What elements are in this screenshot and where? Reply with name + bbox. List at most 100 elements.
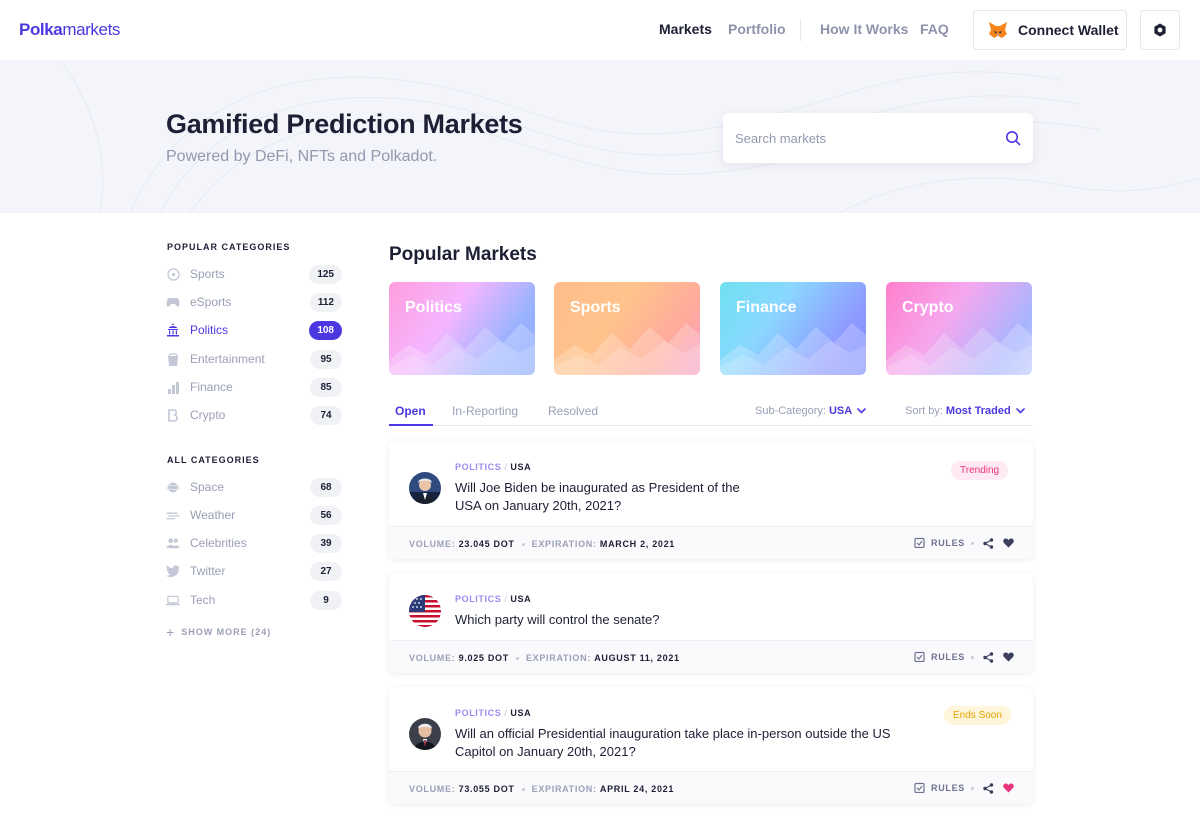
polkamarkets-logo[interactable]: Polkamarkets [19, 20, 120, 40]
popular-card-sports[interactable]: Sports [554, 282, 700, 375]
subcategory-value: USA [828, 405, 853, 417]
rules-button[interactable]: RULES [914, 537, 965, 548]
sidebar-item-twitter[interactable]: Twitter 27 [166, 561, 342, 581]
subcategory-dropdown[interactable]: Sub-Category: USA [755, 405, 866, 417]
nav-how-it-works[interactable]: How It Works [820, 21, 908, 37]
rules-icon [914, 651, 925, 662]
sidebar-item-label: Weather [190, 508, 236, 522]
separator-dot [521, 543, 525, 547]
weather-icon [166, 508, 180, 522]
market-question-line: Will Joe Biden be inaugurated as Preside… [455, 480, 740, 495]
bitcoin-icon [166, 408, 180, 422]
market-category: POLITICS / USA [455, 594, 531, 604]
nav-markets[interactable]: Markets [659, 21, 712, 37]
show-more-label: SHOW MORE (24) [181, 627, 272, 637]
people-icon [166, 536, 180, 550]
ends-soon-badge: Ends Soon [944, 706, 1011, 725]
sidebar-item-label: Space [190, 480, 225, 494]
heart-icon[interactable] [1003, 652, 1014, 662]
rules-button[interactable]: RULES [914, 651, 965, 662]
theme-toggle-button[interactable] [1140, 10, 1180, 50]
market-category: POLITICS / USA [455, 708, 531, 718]
nav-faq[interactable]: FAQ [920, 21, 949, 37]
category-count-badge: 68 [310, 477, 342, 497]
separator-dot [971, 656, 974, 659]
heart-icon[interactable] [1003, 783, 1014, 793]
connect-wallet-button[interactable]: Connect Wallet [973, 10, 1127, 50]
popular-card-crypto[interactable]: Crypto [886, 282, 1032, 375]
metamask-fox-icon [989, 22, 1007, 38]
category-count-badge: 9 [310, 590, 342, 610]
wave-chart-decoration [886, 323, 1032, 375]
sports-icon [166, 267, 180, 281]
expiration-label: EXPIRATION: [531, 539, 597, 549]
popular-card-politics[interactable]: Politics [389, 282, 535, 375]
share-icon[interactable] [983, 652, 994, 663]
market-question-line: Capitol on January 20th, 2021? [455, 744, 636, 759]
sidebar-item-politics[interactable]: Politics 108 [166, 320, 342, 340]
market-question[interactable]: Will Joe Biden be inaugurated as Preside… [455, 479, 740, 515]
sort-dropdown[interactable]: Sort by: Most Traded [905, 405, 1025, 417]
wave-chart-decoration [389, 323, 535, 375]
market-footer: VOLUME: 9.025 DOT EXPIRATION: AUGUST 11, … [389, 640, 1033, 673]
market-card[interactable]: POLITICS / USA Will Joe Biden be inaugurat… [389, 441, 1033, 559]
volume-value: 9.025 DOT [458, 653, 509, 663]
sidebar-item-sports[interactable]: Sports 125 [166, 264, 342, 284]
active-tab-indicator [389, 424, 433, 426]
plus-icon: + [166, 624, 176, 640]
market-question-line: Which party will control the senate? [455, 612, 660, 627]
separator-slash: / [504, 708, 508, 718]
share-icon[interactable] [983, 783, 994, 794]
sort-value: Most Traded [945, 405, 1011, 417]
market-category-label: POLITICS [455, 594, 502, 604]
share-icon[interactable] [983, 538, 994, 549]
popular-card-title: Crypto [902, 299, 954, 316]
sidebar-item-label: Celebrities [190, 536, 247, 550]
show-more-button[interactable]: + SHOW MORE (24) [166, 624, 271, 640]
market-meta: VOLUME: 23.045 DOT EXPIRATION: MARCH 2, 2… [409, 539, 675, 549]
category-count-badge: 108 [309, 320, 342, 340]
category-count-badge: 74 [310, 405, 342, 425]
market-question[interactable]: Will an official Presidential inaugurati… [455, 725, 891, 761]
popular-markets-title: Popular Markets [389, 244, 537, 265]
sidebar-item-finance[interactable]: Finance 85 [166, 377, 342, 397]
rules-button[interactable]: RULES [914, 782, 965, 793]
market-footer: VOLUME: 73.055 DOT EXPIRATION: APRIL 24, … [389, 771, 1033, 804]
sidebar-item-label: Twitter [190, 564, 226, 578]
sidebar-item-space[interactable]: Space 68 [166, 477, 342, 497]
market-footer: VOLUME: 23.045 DOT EXPIRATION: MARCH 2, 2… [389, 526, 1033, 559]
sidebar-item-entertainment[interactable]: Entertainment 95 [166, 349, 342, 369]
expiration-value: MARCH 2, 2021 [599, 539, 676, 549]
sidebar-item-weather[interactable]: Weather 56 [166, 505, 342, 525]
tab-resolved[interactable]: Resolved [548, 404, 598, 418]
market-card[interactable]: POLITICS / USA Will an official Presidenti… [389, 687, 1033, 804]
wave-chart-decoration [720, 323, 866, 375]
separator-dot [971, 787, 974, 790]
sidebar-item-esports[interactable]: eSports 112 [166, 292, 342, 312]
market-question[interactable]: Which party will control the senate? [455, 611, 659, 629]
expiration-value: AUGUST 11, 2021 [594, 653, 680, 663]
tab-in-reporting[interactable]: In-Reporting [452, 404, 518, 418]
sidebar-item-crypto[interactable]: Crypto 74 [166, 405, 342, 425]
separator-dot [971, 542, 974, 545]
logo-text-bold: Polka [19, 20, 63, 39]
market-card[interactable]: POLITICS / USA Which party will control th… [389, 573, 1033, 673]
search-input[interactable] [735, 113, 985, 163]
heart-icon[interactable] [1003, 538, 1014, 548]
sidebar-item-tech[interactable]: Tech 9 [166, 590, 342, 610]
market-question-line: Will an official Presidential inaugurati… [455, 726, 891, 741]
popular-card-finance[interactable]: Finance [720, 282, 866, 375]
category-count-badge: 56 [310, 505, 342, 525]
tab-open[interactable]: Open [395, 404, 426, 418]
page-title: Gamified Prediction Markets [166, 109, 523, 139]
nav-portfolio[interactable]: Portfolio [728, 21, 786, 37]
chevron-down-icon [1015, 408, 1025, 414]
sidebar-item-celebrities[interactable]: Celebrities 39 [166, 533, 342, 553]
volume-label: VOLUME: [409, 539, 456, 549]
sun-icon [1154, 23, 1166, 37]
sort-label: Sort by: [905, 405, 943, 417]
market-category: POLITICS / USA [455, 462, 531, 472]
search-icon[interactable] [1005, 130, 1021, 146]
avatar [409, 718, 441, 750]
separator-slash: / [504, 594, 508, 604]
